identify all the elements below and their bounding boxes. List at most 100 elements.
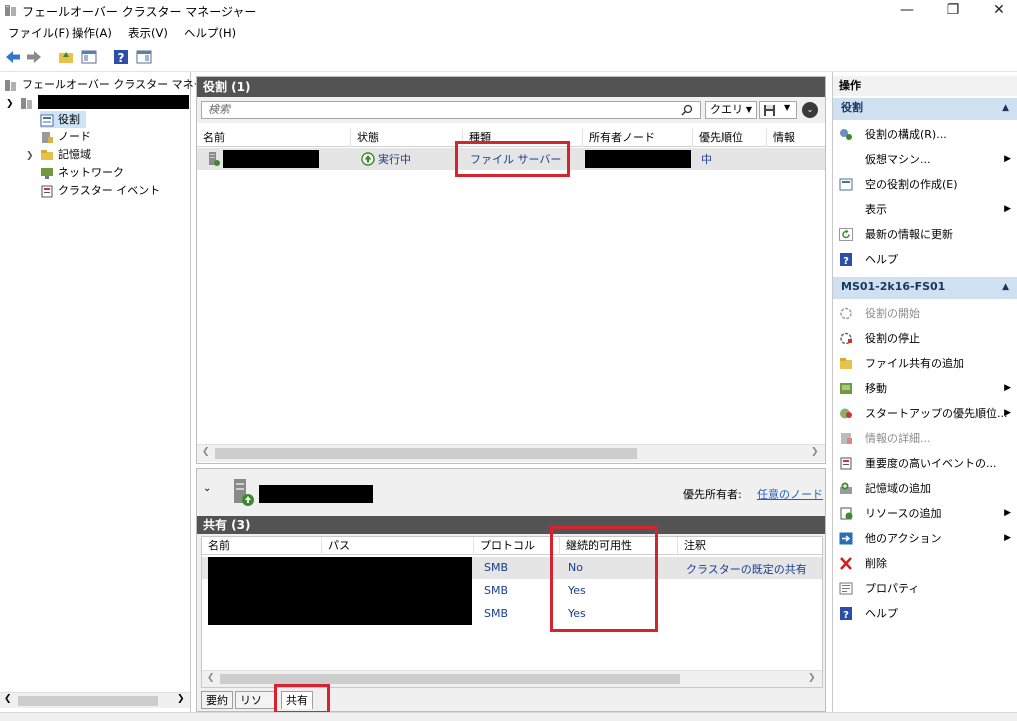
events-icon [41,185,53,197]
tab-summary[interactable]: 要約 [201,691,233,709]
action-label: 情報の詳細... [865,432,931,445]
menu-view[interactable]: 表示(V) [128,25,168,41]
action-label: 役割の構成(R)... [865,128,947,141]
maximize-button[interactable]: ❐ [933,0,973,22]
query-label: クエリ [710,103,743,116]
back-arrow-icon[interactable] [4,48,22,66]
action-info-details[interactable]: 情報の詳細... [833,426,1017,451]
scroll-right-icon[interactable]: ❯ [177,694,185,704]
menu-action[interactable]: 操作(A) [72,25,112,41]
file-server-role-icon [209,152,220,166]
action-help-2[interactable]: ? ヘルプ [833,601,1017,626]
scroll-left-icon[interactable]: ❮ [202,447,210,457]
action-stop-role[interactable]: 役割の停止 [833,326,1017,351]
action-delete[interactable]: 削除 [833,551,1017,576]
tree-item-cluster-events[interactable]: クラスター イベント [40,182,160,199]
tree-item-networks[interactable]: ネットワーク [40,164,124,181]
file-server-icon [234,479,254,506]
role-status: 実行中 [378,153,411,166]
query-button[interactable]: クエリ ▼ [705,101,757,119]
minimize-button[interactable]: — [887,0,927,22]
collapse-up-icon[interactable]: ▲ [1002,277,1009,297]
action-refresh[interactable]: 最新の情報に更新 [833,222,1017,247]
action-create-empty-role[interactable]: 空の役割の作成(E) [833,172,1017,197]
storage-icon [41,149,53,160]
tree-item-nodes[interactable]: ノード [40,128,91,145]
action-label: スタートアップの優先順位... [865,407,1008,420]
action-label: リソースの追加 [865,507,942,520]
action-label: 最新の情報に更新 [865,228,953,241]
action-label: 重要度の高いイベントの... [865,457,997,470]
col-share-name[interactable]: 名前 [202,537,322,555]
help-icon[interactable]: ? [112,48,130,66]
highlight-shares-tab [274,684,330,714]
shares-header: 共有 (3) [197,516,825,534]
collapse-search-icon[interactable]: ⌄ [802,102,818,118]
tab-resources[interactable]: リソース [235,691,277,709]
action-configure-role[interactable]: 役割の構成(R)... [833,122,1017,147]
action-help[interactable]: ? ヘルプ [833,247,1017,272]
col-share-path[interactable]: パス [322,537,474,555]
refresh-icon [839,228,853,241]
shares-scroll-thumb[interactable] [220,674,680,684]
action-label: プロパティ [865,582,920,595]
action-add-resource[interactable]: リソースの追加 ▶ [833,501,1017,526]
show-hide-tree-icon[interactable] [80,48,98,66]
shares-table: 名前 パス プロトコル 継続的可用性 注釈 SMB No クラスターの既定の共有… [201,536,823,688]
tree-item-cluster-events-label: クラスター イベント [58,184,161,197]
navigation-tree: フェールオーバー クラスター マネージャー ❯ 役割 ノード ❯ 記憶域 ネットワ… [0,72,237,712]
action-move[interactable]: 移動 ▶ [833,376,1017,401]
action-start-role[interactable]: 役割の開始 [833,301,1017,326]
preferred-owner-link[interactable]: 任意のノード [757,486,823,502]
collapse-chevron-icon[interactable]: ⌄ [203,483,211,494]
redacted-role-name [223,150,319,168]
actions-section-role-instance-label: MS01-2k16-FS01 [841,280,946,293]
col-priority[interactable]: 優先順位 [693,129,767,147]
tree-scroll-thumb[interactable] [18,696,158,706]
tree-scrollbar[interactable]: ❮ ❯ [0,692,190,708]
col-remarks[interactable]: 注釈 [678,537,822,555]
action-properties[interactable]: プロパティ [833,576,1017,601]
scroll-right-icon[interactable]: ❯ [808,673,816,683]
close-button[interactable]: ✕ [979,0,1017,22]
action-startup-priority[interactable]: スタートアップの優先順位... ▶ [833,401,1017,426]
col-name[interactable]: 名前 [197,129,351,147]
search-icon[interactable] [681,104,693,116]
menu-file[interactable]: ファイル(F) [8,25,70,41]
up-folder-icon[interactable] [57,48,75,66]
chevron-right-icon[interactable]: ❯ [26,148,40,165]
tree-cluster-node[interactable]: ❯ [6,94,190,111]
col-status[interactable]: 状態 [351,129,463,147]
menu-help[interactable]: ヘルプ(H) [184,25,236,41]
col-owner-node[interactable]: 所有者ノード [583,129,693,147]
action-more-actions[interactable]: 他のアクション ▶ [833,526,1017,551]
forward-arrow-icon[interactable] [25,48,43,66]
roles-scroll-thumb[interactable] [215,448,637,459]
action-label: ヘルプ [865,607,898,620]
roles-scrollbar[interactable]: ❮ ❯ [197,444,825,462]
col-protocol[interactable]: プロトコル [474,537,560,555]
action-virtual-machines[interactable]: 仮想マシン... ▶ [833,147,1017,172]
action-label: ファイル共有の追加 [865,357,964,370]
action-add-storage[interactable]: 記憶域の追加 [833,476,1017,501]
network-icon [41,167,53,179]
scroll-right-icon[interactable]: ❯ [811,447,819,457]
tree-item-roles[interactable]: 役割 [40,111,86,128]
chevron-down-icon[interactable]: ❯ [6,96,16,113]
show-action-pane-icon[interactable] [135,48,153,66]
action-label: 記憶域の追加 [865,482,931,495]
save-query-button[interactable]: ▼ [759,101,797,119]
tree-item-storage[interactable]: ❯ 記憶域 [26,146,91,163]
action-view[interactable]: 表示 ▶ [833,197,1017,222]
action-critical-events[interactable]: 重要度の高いイベントの... [833,451,1017,476]
scroll-left-icon[interactable]: ❮ [207,673,215,683]
collapse-up-icon[interactable]: ▲ [1002,98,1009,118]
action-add-file-share[interactable]: ファイル共有の追加 [833,351,1017,376]
detail-header: ⌄ 優先所有者: 任意のノード [197,469,825,513]
scroll-left-icon[interactable]: ❮ [4,694,12,704]
actions-section-roles[interactable]: 役割 ▲ [833,98,1017,120]
col-info[interactable]: 情報 [767,129,825,147]
more-actions-icon [839,532,853,545]
roles-search-input[interactable]: 検索 [201,101,701,119]
actions-section-role-instance[interactable]: MS01-2k16-FS01 ▲ [833,277,1017,299]
